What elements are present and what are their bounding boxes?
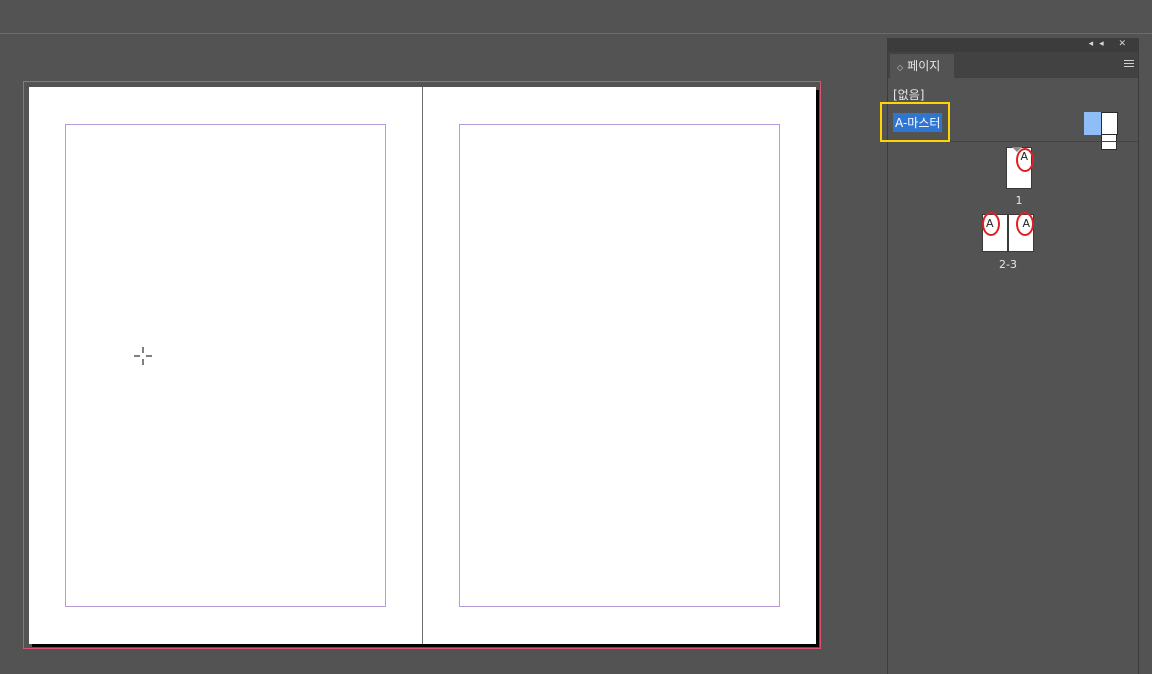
annotation-circle-page-2 — [982, 212, 1000, 236]
annotation-highlight-a-master — [880, 102, 950, 142]
page-spread[interactable] — [29, 87, 816, 644]
annotation-circle-page-3 — [1016, 212, 1034, 236]
tab-pages[interactable]: ◇ 페이지 — [890, 54, 954, 78]
spread-2-3-number: 2-3 — [999, 258, 1017, 271]
spread-fold-line — [422, 87, 423, 644]
page-1-number: 1 — [1015, 194, 1023, 207]
top-toolbar — [0, 0, 1152, 34]
tab-pages-label: 페이지 — [907, 59, 941, 73]
master-a-right-thumbnail[interactable] — [1101, 112, 1118, 135]
collapse-close-icons[interactable]: ◂◂ ✕ — [1089, 39, 1132, 49]
panel-dock-bar: ◂◂ ✕ — [888, 38, 1138, 52]
annotation-circle-page-1 — [1016, 148, 1034, 172]
master-a-left-thumbnail[interactable] — [1084, 112, 1101, 135]
panel-menu-icon[interactable] — [1124, 60, 1134, 68]
tab-toggle-icon: ◇ — [897, 63, 904, 72]
crosshair-cursor-icon — [134, 347, 152, 365]
panel-tab-row: ◇ 페이지 — [888, 52, 1138, 78]
master-none-label: [없음] — [893, 88, 925, 102]
left-page-margin-guide — [65, 124, 386, 607]
right-page-margin-guide — [459, 124, 780, 607]
